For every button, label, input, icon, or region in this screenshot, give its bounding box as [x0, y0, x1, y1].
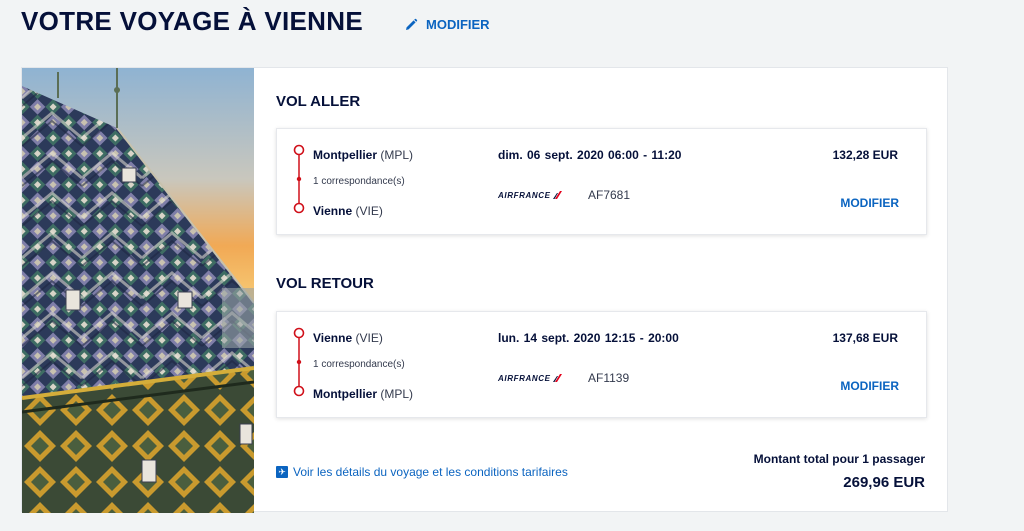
pencil-icon [406, 18, 418, 30]
total-label: Montant total pour 1 passager [753, 452, 925, 466]
flight-number: AF1139 [588, 371, 630, 385]
origin-city-code: (VIE) [355, 331, 383, 345]
origin-city-name: Montpellier [313, 148, 378, 162]
modify-return-button[interactable]: MODIFIER [840, 379, 899, 393]
airfrance-logo-text: AIRFRANCE [498, 190, 551, 200]
outbound-section-title: VOL ALLER [276, 93, 361, 110]
return-section-title: VOL RETOUR [276, 275, 374, 292]
destination-city-name: Montpellier [313, 387, 378, 401]
connections-count: 1 correspondance(s) [313, 359, 405, 370]
airline-info: AIRFRANCE AF1139 [498, 371, 629, 385]
destination-city-name: Vienne [313, 204, 353, 218]
trip-details-link[interactable]: ✈ Voir les détails du voyage et les cond… [276, 465, 568, 479]
outbound-flight-card: Montpellier (MPL) 1 correspondance(s) Vi… [276, 128, 927, 235]
origin-city: Montpellier (MPL) [313, 148, 413, 162]
airfrance-logo-text: AIRFRANCE [498, 373, 551, 383]
trip-details-link-label: Voir les détails du voyage et les condit… [293, 465, 568, 479]
edit-trip-button[interactable]: MODIFIER [404, 17, 490, 32]
flight-number: AF7681 [588, 188, 631, 202]
destination-city-code: (VIE) [355, 204, 383, 218]
airfrance-logo: AIRFRANCE [498, 191, 588, 200]
route-line-icon [293, 144, 305, 214]
edit-trip-label: MODIFIER [426, 17, 490, 32]
return-flight-card: Vienne (VIE) 1 correspondance(s) Montpel… [276, 311, 927, 418]
vienna-cathedral-roof-image [22, 68, 254, 513]
page-title: VOTRE VOYAGE À VIENNE [21, 6, 363, 36]
origin-city: Vienne (VIE) [313, 331, 383, 345]
flight-price: 132,28 EUR [832, 148, 898, 162]
connections-count: 1 correspondance(s) [313, 176, 405, 187]
origin-city-code: (MPL) [380, 148, 414, 162]
plane-doc-icon: ✈ [276, 466, 288, 478]
flight-price: 137,68 EUR [832, 331, 898, 345]
destination-city: Montpellier (MPL) [313, 387, 413, 401]
destination-city: Vienne (VIE) [313, 204, 383, 218]
trip-summary-card: VOL ALLER Montpellier (MPL) 1 correspond… [21, 67, 948, 513]
airline-info: AIRFRANCE AF7681 [498, 188, 630, 202]
total-amount: 269,96 EUR [843, 474, 925, 491]
route-line-icon [293, 327, 305, 397]
airfrance-stripe-icon [552, 191, 562, 199]
modify-outbound-button[interactable]: MODIFIER [840, 196, 899, 210]
airfrance-logo: AIRFRANCE [498, 374, 588, 383]
destination-city-code: (MPL) [380, 387, 414, 401]
origin-city-name: Vienne [313, 331, 353, 345]
flight-datetime: lun. 14 sept. 2020 12:15 - 20:00 [498, 331, 679, 345]
airfrance-stripe-icon [552, 374, 562, 382]
flight-datetime: dim. 06 sept. 2020 06:00 - 11:20 [498, 148, 682, 162]
